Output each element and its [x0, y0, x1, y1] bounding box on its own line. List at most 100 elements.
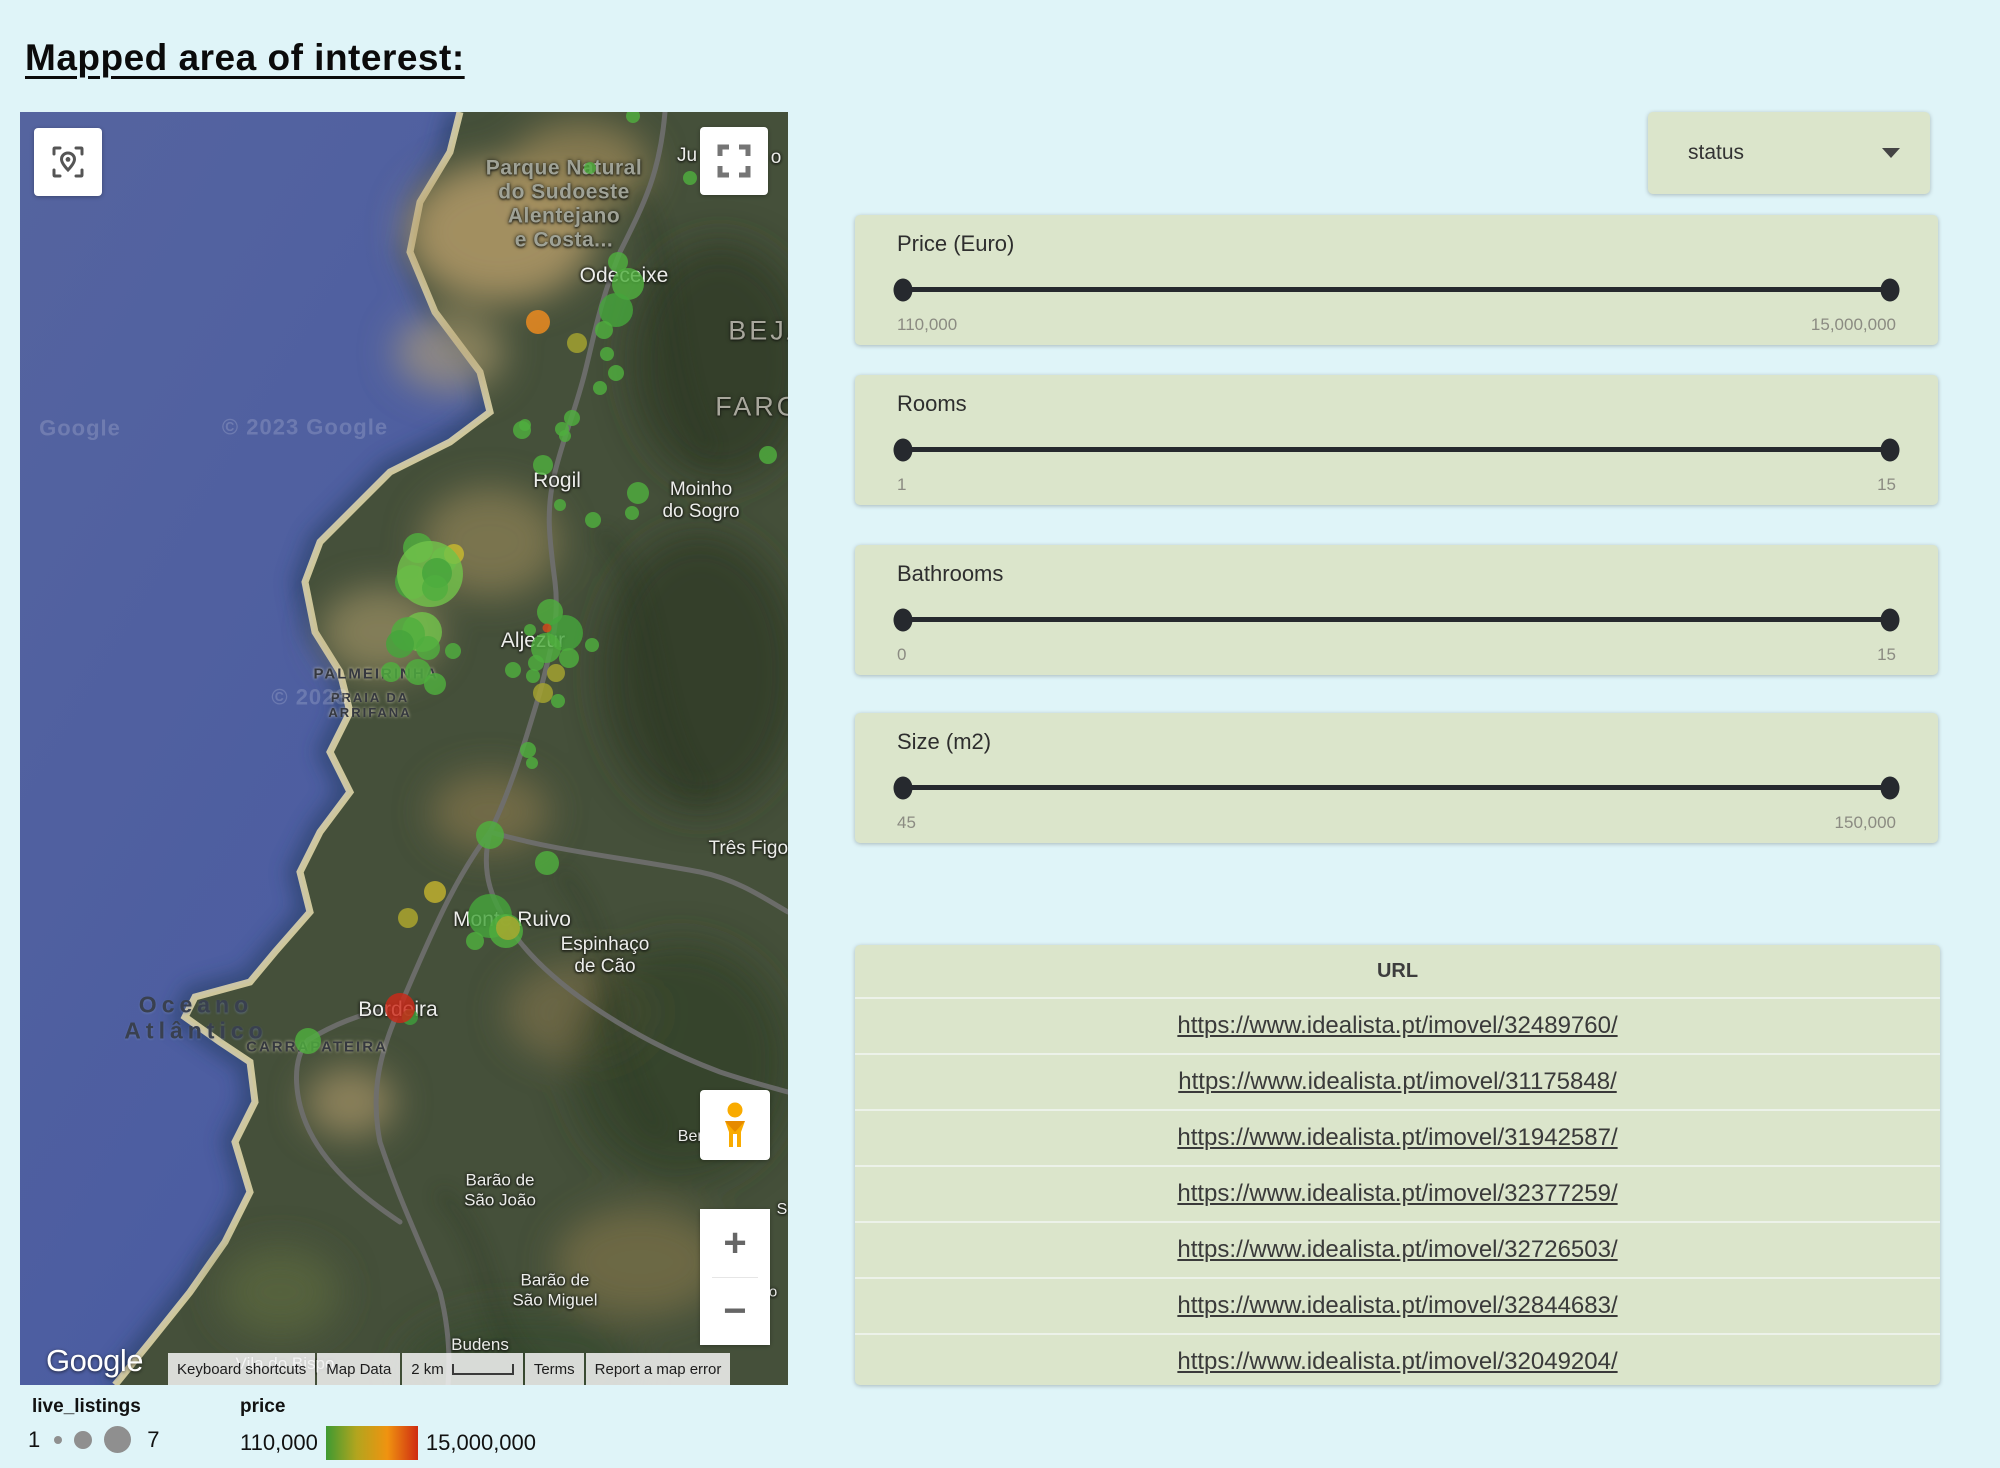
- listing-marker[interactable]: [422, 575, 448, 601]
- listing-url-link[interactable]: https://www.idealista.pt/imovel/31942587…: [1177, 1124, 1617, 1152]
- listing-marker[interactable]: [526, 310, 550, 334]
- google-logo[interactable]: Google: [46, 1343, 143, 1379]
- rooms-slider-card: Rooms 1 15: [855, 375, 1938, 505]
- listing-url-link[interactable]: https://www.idealista.pt/imovel/32844683…: [1177, 1292, 1617, 1320]
- listing-marker[interactable]: [535, 851, 559, 875]
- size-slider-min-label: 45: [897, 813, 916, 833]
- map-data-link[interactable]: Map Data: [317, 1353, 400, 1385]
- listing-marker[interactable]: [445, 643, 461, 659]
- listing-marker[interactable]: [466, 932, 484, 950]
- listing-marker[interactable]: [533, 683, 553, 703]
- legend-dot-medium: [74, 1431, 92, 1449]
- rooms-slider-max-handle[interactable]: [1881, 438, 1900, 461]
- listing-marker[interactable]: [295, 1028, 321, 1054]
- listing-url-link[interactable]: https://www.idealista.pt/imovel/32377259…: [1177, 1180, 1617, 1208]
- listing-marker[interactable]: [526, 669, 540, 683]
- chevron-down-icon: [1882, 148, 1900, 158]
- listing-marker[interactable]: [759, 446, 777, 464]
- legend-color-gradient: [326, 1426, 418, 1460]
- listing-marker[interactable]: [554, 499, 566, 511]
- zoom-out-button[interactable]: −: [700, 1278, 770, 1346]
- listing-marker[interactable]: [555, 422, 569, 436]
- listing-url-link[interactable]: https://www.idealista.pt/imovel/31175848…: [1178, 1068, 1616, 1096]
- listing-marker[interactable]: [593, 381, 607, 395]
- listing-marker[interactable]: [513, 421, 531, 439]
- url-table-row: https://www.idealista.pt/imovel/31175848…: [855, 1053, 1940, 1109]
- rooms-slider-title: Rooms: [897, 391, 967, 417]
- url-table-row: https://www.idealista.pt/imovel/32726503…: [855, 1221, 1940, 1277]
- url-table-row: https://www.idealista.pt/imovel/32844683…: [855, 1277, 1940, 1333]
- legend-color-min: 110,000: [240, 1430, 318, 1456]
- listing-marker[interactable]: [424, 673, 446, 695]
- listing-marker[interactable]: [476, 821, 504, 849]
- price-slider-title: Price (Euro): [897, 231, 1014, 257]
- listing-marker[interactable]: [567, 333, 587, 353]
- legend-size-max: 7: [147, 1427, 159, 1453]
- listing-url-link[interactable]: https://www.idealista.pt/imovel/32726503…: [1177, 1236, 1617, 1264]
- listing-marker[interactable]: [533, 455, 553, 475]
- listing-marker[interactable]: [524, 624, 536, 636]
- listing-marker[interactable]: [386, 630, 414, 658]
- pegman-icon: [717, 1101, 753, 1149]
- report-map-error-link[interactable]: Report a map error: [586, 1353, 731, 1385]
- listing-marker[interactable]: [559, 648, 579, 668]
- scale-control: 2 km: [402, 1353, 523, 1385]
- listing-marker[interactable]: [625, 506, 639, 520]
- rooms-slider-rail[interactable]: [903, 447, 1890, 452]
- terms-link[interactable]: Terms: [525, 1353, 584, 1385]
- listing-marker[interactable]: [608, 365, 624, 381]
- url-table-row: https://www.idealista.pt/imovel/32049204…: [855, 1333, 1940, 1385]
- bathrooms-slider-max-handle[interactable]: [1881, 608, 1900, 631]
- listing-url-link[interactable]: https://www.idealista.pt/imovel/32049204…: [1177, 1348, 1617, 1376]
- status-dropdown[interactable]: status: [1648, 112, 1930, 194]
- bathrooms-slider-min-label: 0: [897, 645, 906, 665]
- listing-url-link[interactable]: https://www.idealista.pt/imovel/32489760…: [1177, 1012, 1617, 1040]
- listing-marker[interactable]: [551, 694, 565, 708]
- map-locate-button[interactable]: [34, 128, 102, 196]
- listing-marker[interactable]: [585, 512, 601, 528]
- bathrooms-slider-min-handle[interactable]: [894, 608, 913, 631]
- listing-marker[interactable]: [381, 662, 401, 682]
- price-slider-min-handle[interactable]: [894, 278, 913, 301]
- map[interactable]: Parque Natural do Sudoeste Alentejano e …: [20, 112, 788, 1385]
- bathrooms-slider-rail[interactable]: [903, 617, 1890, 622]
- url-table: URL https://www.idealista.pt/imovel/3248…: [855, 945, 1940, 1385]
- rooms-slider-max-label: 15: [1877, 475, 1896, 495]
- keyboard-shortcuts-button[interactable]: Keyboard shortcuts: [168, 1353, 315, 1385]
- url-table-body: https://www.idealista.pt/imovel/32489760…: [855, 997, 1940, 1385]
- listing-marker[interactable]: [496, 916, 520, 940]
- pegman-button[interactable]: [700, 1090, 770, 1160]
- listing-marker[interactable]: [584, 162, 596, 174]
- price-slider-card: Price (Euro) 110,000 15,000,000: [855, 215, 1938, 345]
- rooms-slider-min-handle[interactable]: [894, 438, 913, 461]
- price-slider-rail[interactable]: [903, 287, 1890, 292]
- listing-marker[interactable]: [505, 662, 521, 678]
- listing-marker[interactable]: [627, 482, 649, 504]
- zoom-in-button[interactable]: +: [700, 1209, 770, 1277]
- listing-marker[interactable]: [424, 881, 446, 903]
- size-slider-max-handle[interactable]: [1881, 776, 1900, 799]
- listing-marker[interactable]: [543, 624, 552, 633]
- listing-marker[interactable]: [683, 171, 697, 185]
- scale-label: 2 km: [411, 1361, 444, 1378]
- listing-marker[interactable]: [600, 347, 614, 361]
- listing-marker[interactable]: [398, 908, 418, 928]
- price-slider-min-label: 110,000: [897, 315, 957, 335]
- map-legend: live_listings 1 7 price 110,000 15,000,0…: [0, 1392, 640, 1468]
- listing-marker[interactable]: [547, 664, 565, 682]
- listing-marker[interactable]: [520, 742, 536, 758]
- size-slider-min-handle[interactable]: [894, 776, 913, 799]
- listing-marker[interactable]: [585, 638, 599, 652]
- pin-in-frame-icon: [48, 142, 88, 182]
- listing-marker[interactable]: [526, 757, 538, 769]
- listing-marker[interactable]: [595, 321, 613, 339]
- price-slider-max-label: 15,000,000: [1811, 315, 1896, 335]
- listing-marker[interactable]: [416, 636, 440, 660]
- listing-marker[interactable]: [385, 993, 415, 1023]
- bathrooms-slider-max-label: 15: [1877, 645, 1896, 665]
- fullscreen-button[interactable]: [700, 127, 768, 195]
- map-attribution-bar: Keyboard shortcuts Map Data 2 km Terms R…: [168, 1353, 788, 1385]
- size-slider-rail[interactable]: [903, 785, 1890, 790]
- satellite-terrain: [20, 112, 788, 1385]
- price-slider-max-handle[interactable]: [1881, 278, 1900, 301]
